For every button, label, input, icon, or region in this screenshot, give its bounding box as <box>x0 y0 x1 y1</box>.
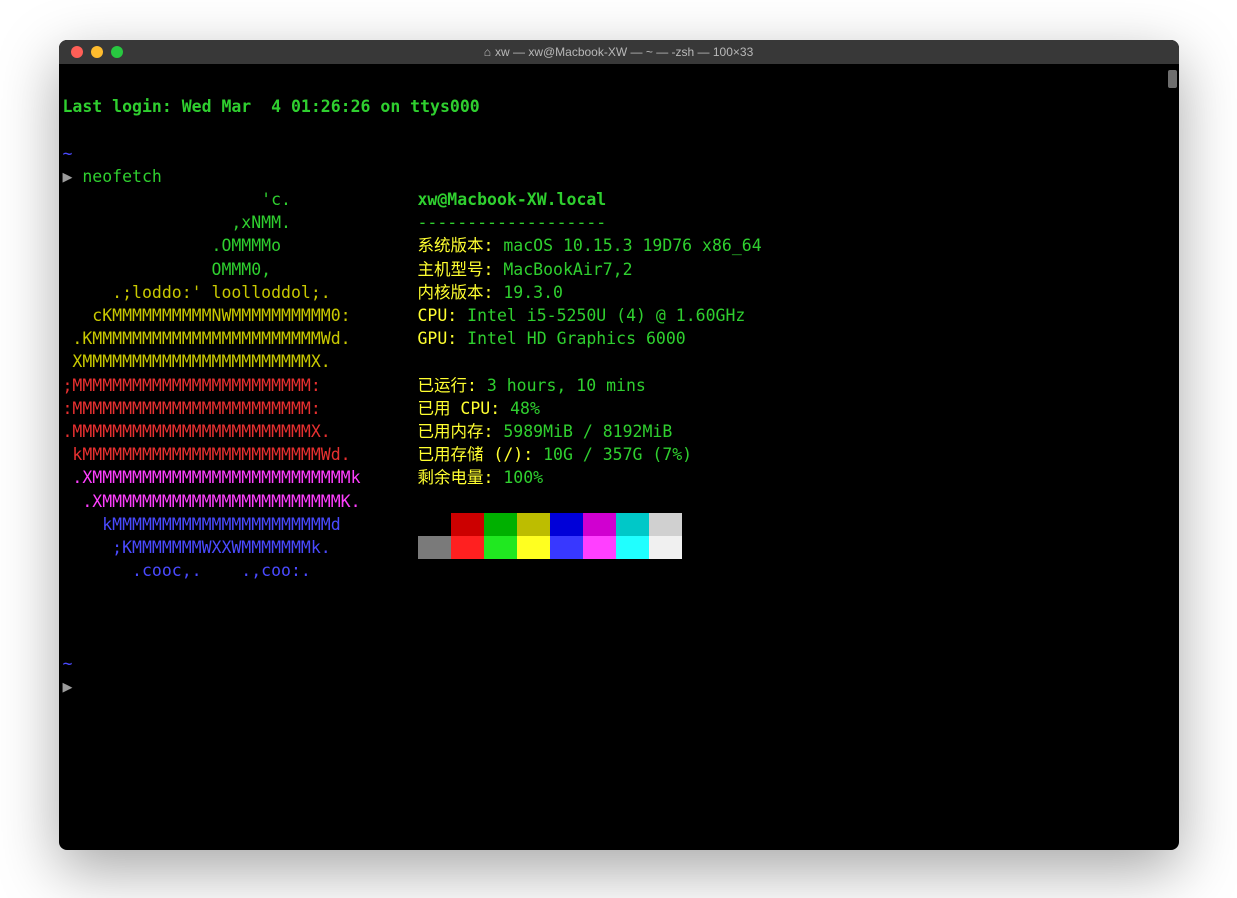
logo-line: .KMMMMMMMMMMMMMMMMMMMMMMMWd. <box>63 327 418 350</box>
kernel-value: 19.3.0 <box>503 283 563 302</box>
cwd-tilde: ~ <box>63 144 73 163</box>
logo-line: cKMMMMMMMMMMNWMMMMMMMMMM0: <box>63 304 418 327</box>
color-swatch <box>583 536 616 559</box>
color-swatch <box>484 536 517 559</box>
logo-line: ;MMMMMMMMMMMMMMMMMMMMMMMM: <box>63 374 418 397</box>
logo-line: ;KMMMMMMMWXXWMMMMMMMk. <box>63 536 418 559</box>
color-swatch <box>616 513 649 536</box>
window-title-text: xw — xw@Macbook-XW — ~ — -zsh — 100×33 <box>495 45 753 59</box>
logo-line: .XMMMMMMMMMMMMMMMMMMMMMMMMMMk <box>63 466 418 489</box>
color-swatch <box>418 536 451 559</box>
logo-line: ,xNMM. <box>63 211 418 234</box>
color-swatch <box>583 513 616 536</box>
disk-value: 10G / 357G (7%) <box>543 445 692 464</box>
color-swatch <box>550 513 583 536</box>
color-swatch <box>517 536 550 559</box>
prompt-glyph: ▶ <box>63 167 73 186</box>
blank-info <box>418 559 1175 582</box>
window-titlebar[interactable]: ⌂ xw — xw@Macbook-XW — ~ — -zsh — 100×33 <box>59 40 1179 64</box>
logo-line: kMMMMMMMMMMMMMMMMMMMMMMd <box>63 513 418 536</box>
cpu-use-value: 48% <box>510 399 540 418</box>
cpu-use-label: 已用 CPU: <box>418 399 511 418</box>
color-swatch <box>550 536 583 559</box>
host-value: MacBookAir7,2 <box>503 260 632 279</box>
neofetch-row-9: ;MMMMMMMMMMMMMMMMMMMMMMMM: 已运行: 3 hours,… <box>63 374 1175 397</box>
blank-info <box>418 350 1175 373</box>
logo-line: .OMMMMo <box>63 234 418 257</box>
gpu-label: GPU: <box>418 329 468 348</box>
logo-line: .;loddo:' loolloddol;. <box>63 281 418 304</box>
color-swatch <box>649 513 682 536</box>
logo-line: .XMMMMMMMMMMMMMMMMMMMMMMMMK. <box>63 490 418 513</box>
neofetch-row-6: cKMMMMMMMMMMNWMMMMMMMMMM0: CPU: Intel i5… <box>63 304 1175 327</box>
close-button[interactable] <box>71 46 83 58</box>
cwd-tilde: ~ <box>63 654 73 673</box>
neofetch-row-14: .XMMMMMMMMMMMMMMMMMMMMMMMMK. <box>63 490 1175 513</box>
color-swatch <box>517 513 550 536</box>
uptime-label: 已运行: <box>418 376 487 395</box>
os-value: macOS 10.15.3 19D76 x86_64 <box>503 236 761 255</box>
traffic-lights <box>59 46 123 58</box>
zoom-button[interactable] <box>111 46 123 58</box>
prompt-glyph: ▶ <box>63 677 73 696</box>
color-swatch-row-bright <box>418 536 1175 559</box>
color-swatch <box>649 536 682 559</box>
neofetch-row-8: XMMMMMMMMMMMMMMMMMMMMMMMX. <box>63 350 1175 373</box>
os-label: 系统版本: <box>418 236 504 255</box>
neofetch-row-17: .cooc,. .,coo:. <box>63 559 1175 582</box>
home-icon: ⌂ <box>484 45 491 59</box>
neofetch-row-11: .MMMMMMMMMMMMMMMMMMMMMMMMX. 已用内存: 5989Mi… <box>63 420 1175 443</box>
logo-line: 'c. <box>63 188 418 211</box>
gpu-value: Intel HD Graphics 6000 <box>467 329 686 348</box>
uptime-value: 3 hours, 10 mins <box>487 376 646 395</box>
neofetch-row-15: kMMMMMMMMMMMMMMMMMMMMMMd <box>63 513 1175 536</box>
neofetch-row-13: .XMMMMMMMMMMMMMMMMMMMMMMMMMMk 剩余电量: 100% <box>63 466 1175 489</box>
neofetch-row-16: ;KMMMMMMMWXXWMMMMMMMk. <box>63 536 1175 559</box>
color-swatch <box>451 513 484 536</box>
mem-label: 已用内存: <box>418 422 504 441</box>
color-swatch <box>616 536 649 559</box>
logo-line: .MMMMMMMMMMMMMMMMMMMMMMMMX. <box>63 420 418 443</box>
terminal-body[interactable]: Last login: Wed Mar 4 01:26:26 on ttys00… <box>59 64 1179 850</box>
minimize-button[interactable] <box>91 46 103 58</box>
color-swatch <box>451 536 484 559</box>
neofetch-row-10: :MMMMMMMMMMMMMMMMMMMMMMMM: 已用 CPU: 48% <box>63 397 1175 420</box>
host-label: 主机型号: <box>418 260 504 279</box>
neofetch-row-1: 'c. xw@Macbook-XW.local <box>63 188 1175 211</box>
battery-label: 剩余电量: <box>418 468 504 487</box>
kernel-label: 内核版本: <box>418 283 504 302</box>
window-title: ⌂ xw — xw@Macbook-XW — ~ — -zsh — 100×33 <box>59 45 1179 59</box>
neofetch-row-4: OMMM0, 主机型号: MacBookAir7,2 <box>63 258 1175 281</box>
terminal-window: ⌂xw — xw@Macbook-XW — ~ — -zsh — 100×33 … <box>59 40 1179 850</box>
scrollbar-thumb[interactable] <box>1168 70 1177 88</box>
command-text: neofetch <box>82 167 161 186</box>
last-login-line: Last login: Wed Mar 4 01:26:26 on ttys00… <box>63 97 480 116</box>
logo-line: :MMMMMMMMMMMMMMMMMMMMMMMM: <box>63 397 418 420</box>
logo-line: OMMM0, <box>63 258 418 281</box>
color-swatch-row-dark <box>418 513 1175 536</box>
info-userhost: xw@Macbook-XW.local <box>418 190 607 209</box>
color-swatch <box>484 513 517 536</box>
logo-line: .cooc,. .,coo:. <box>63 559 418 582</box>
blank-info <box>418 490 1175 513</box>
neofetch-row-12: kMMMMMMMMMMMMMMMMMMMMMMMMWd. 已用存储 (/): 1… <box>63 443 1175 466</box>
cpu-value: Intel i5-5250U (4) @ 1.60GHz <box>467 306 745 325</box>
logo-line: kMMMMMMMMMMMMMMMMMMMMMMMMWd. <box>63 443 418 466</box>
neofetch-row-7: .KMMMMMMMMMMMMMMMMMMMMMMMWd. GPU: Intel … <box>63 327 1175 350</box>
battery-value: 100% <box>503 468 543 487</box>
cpu-label: CPU: <box>418 306 468 325</box>
neofetch-row-3: .OMMMMo 系统版本: macOS 10.15.3 19D76 x86_64 <box>63 234 1175 257</box>
mem-value: 5989MiB / 8192MiB <box>503 422 672 441</box>
color-swatch <box>418 513 451 536</box>
info-separator: ------------------- <box>418 211 1175 234</box>
neofetch-row-2: ,xNMM. ------------------- <box>63 211 1175 234</box>
logo-line: XMMMMMMMMMMMMMMMMMMMMMMMX. <box>63 350 418 373</box>
neofetch-row-5: .;loddo:' loolloddol;. 内核版本: 19.3.0 <box>63 281 1175 304</box>
disk-label: 已用存储 (/): <box>418 445 544 464</box>
